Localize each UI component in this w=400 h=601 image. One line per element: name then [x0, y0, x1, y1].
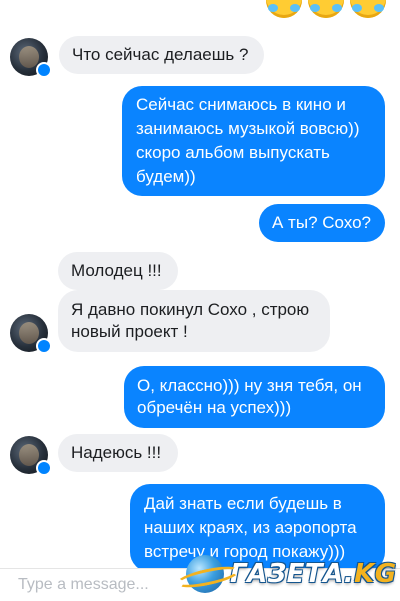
- contact-avatar[interactable]: [10, 436, 52, 476]
- outgoing-message[interactable]: Сейчас снимаюсь в кино и занимаюсь музык…: [122, 86, 385, 196]
- incoming-message[interactable]: Молодец !!!: [58, 252, 178, 290]
- messenger-badge-icon: [36, 62, 52, 78]
- messenger-badge-icon: [36, 460, 52, 476]
- incoming-message[interactable]: Я давно покинул Сохо , строю новый проек…: [58, 290, 330, 352]
- outgoing-message[interactable]: О, классно))) ну зня тебя, он обречён на…: [124, 366, 385, 428]
- emoji-reactions: [266, 0, 386, 18]
- outgoing-message[interactable]: А ты? Сохо?: [259, 204, 385, 242]
- laughing-emoji-icon: [308, 0, 344, 18]
- message-input[interactable]: Type a message...: [18, 576, 149, 594]
- watermark-text: ГАЗЕТА.KG: [230, 559, 397, 589]
- watermark-logo: ГАЗЕТА.KG: [186, 553, 396, 595]
- contact-avatar[interactable]: [10, 314, 52, 354]
- incoming-message[interactable]: Надеюсь !!!: [58, 434, 178, 472]
- messenger-badge-icon: [36, 338, 52, 354]
- incoming-message[interactable]: Что сейчас делаешь ?: [59, 36, 264, 74]
- globe-icon: [186, 555, 224, 593]
- laughing-emoji-icon: [350, 0, 386, 18]
- contact-avatar[interactable]: [10, 38, 52, 78]
- conversation: Что сейчас делаешь ? Сейчас снимаюсь в к…: [0, 0, 400, 568]
- laughing-emoji-icon: [266, 0, 302, 18]
